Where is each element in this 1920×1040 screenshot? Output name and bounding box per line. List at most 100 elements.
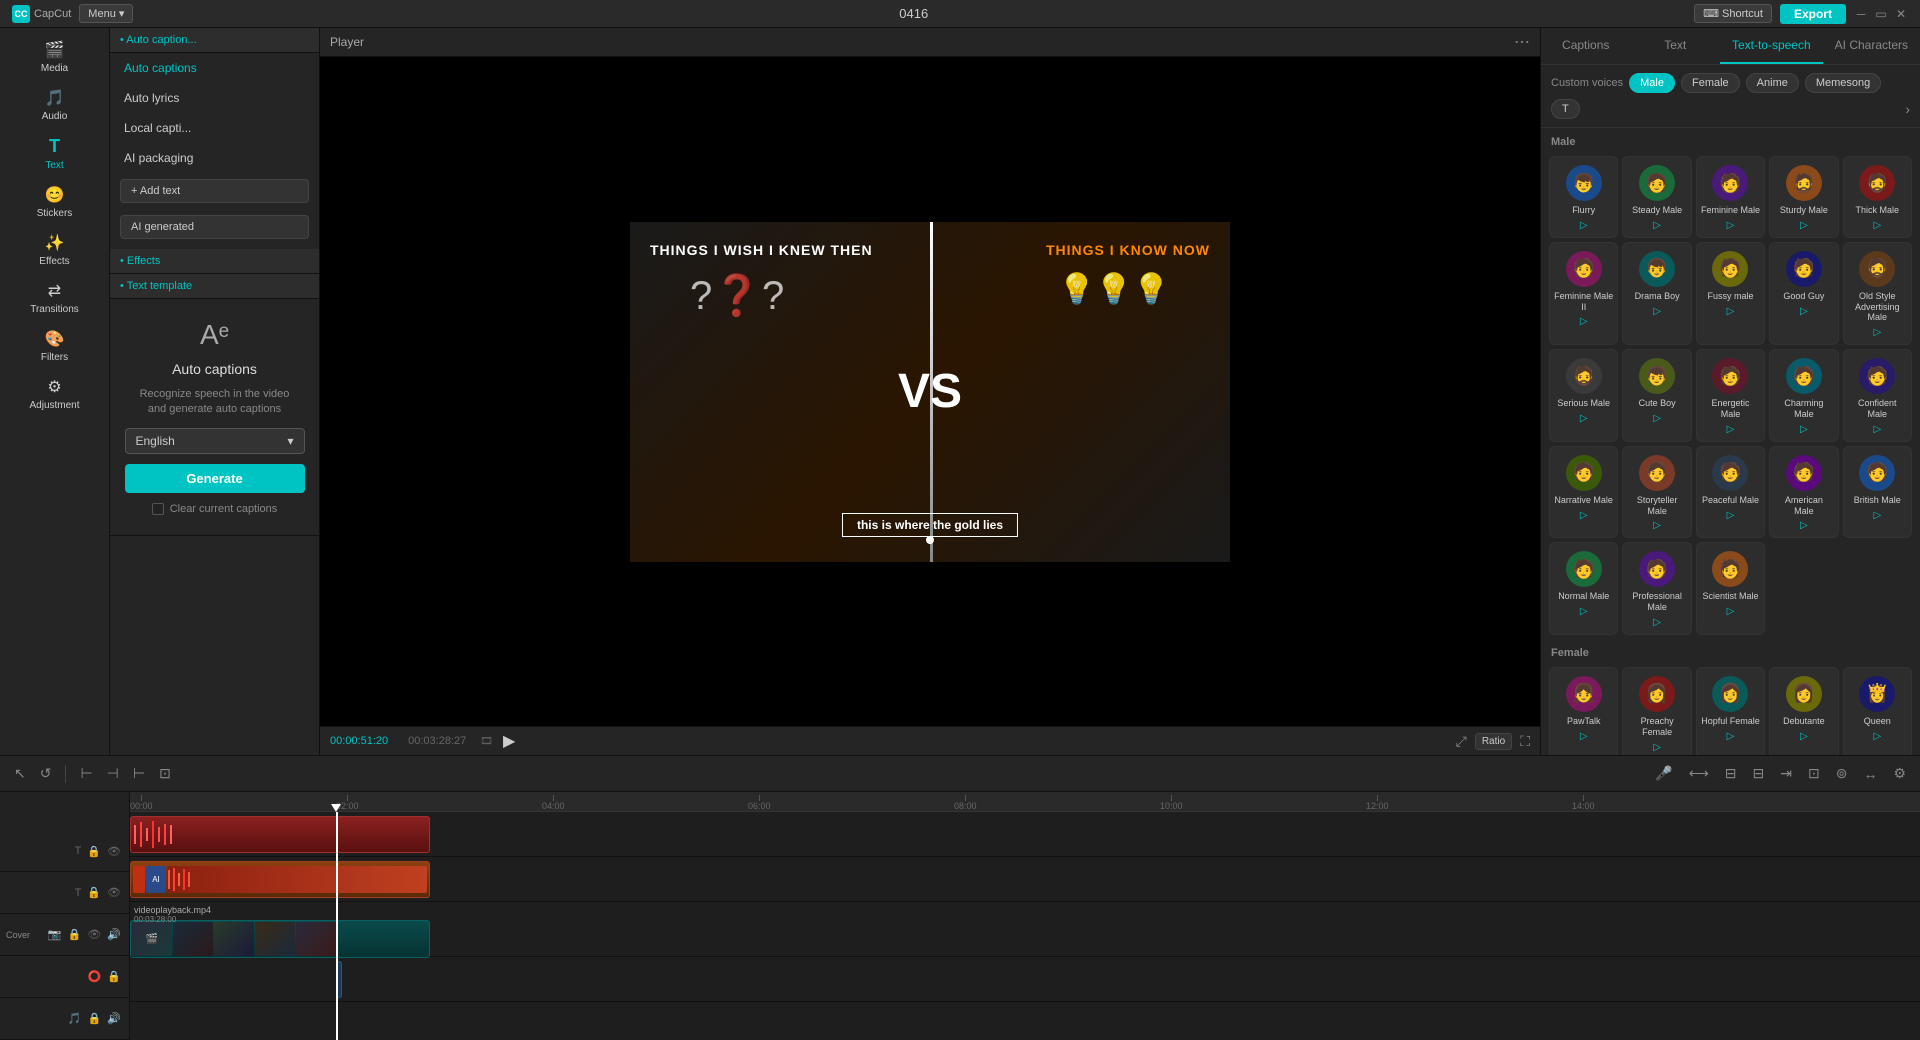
trim-right-button[interactable]: ⊢ <box>129 763 149 784</box>
tool-transitions[interactable]: ⇄ Transitions <box>10 275 100 321</box>
expand-button[interactable]: ⛶ <box>1520 733 1530 750</box>
voice-play-button[interactable]: ▷ <box>1653 520 1661 531</box>
voice-play-button[interactable]: ▷ <box>1653 413 1661 424</box>
voice-card-male-15[interactable]: 🧑 Narrative Male ▷ <box>1549 446 1618 539</box>
tool-text[interactable]: T Text <box>10 130 100 177</box>
tool-media[interactable]: 🎬 Media <box>10 34 100 80</box>
voice-card-male-3[interactable]: 🧔 Sturdy Male ▷ <box>1769 156 1838 238</box>
clear-captions-checkbox[interactable] <box>152 503 164 515</box>
voice-card-female-3[interactable]: 👩 Debutante ▷ <box>1769 667 1838 755</box>
caption-header[interactable]: • Auto caption... <box>110 28 319 53</box>
lock-icon-5[interactable]: 🔒 <box>88 1012 102 1025</box>
tab-text[interactable]: Text <box>1630 28 1719 64</box>
tl-settings-button[interactable]: ⚙ <box>1889 763 1910 784</box>
export-button[interactable]: Export <box>1780 4 1846 24</box>
tl-ctrl7[interactable]: ↔ <box>1859 764 1881 784</box>
menu-button[interactable]: Menu ▾ <box>79 4 133 23</box>
voice-play-button[interactable]: ▷ <box>1727 424 1735 435</box>
caption-item-autolyrics[interactable]: Auto lyrics <box>110 83 319 113</box>
voice-play-button[interactable]: ▷ <box>1727 306 1735 317</box>
effects-header[interactable]: • Effects <box>110 249 319 274</box>
voice-play-button[interactable]: ▷ <box>1800 424 1808 435</box>
voice-card-male-5[interactable]: 🧑 Feminine Male II ▷ <box>1549 242 1618 345</box>
voice-card-female-2[interactable]: 👩 Hopful Female ▷ <box>1696 667 1765 755</box>
add-text-button[interactable]: + Add text <box>120 179 309 203</box>
voice-play-button[interactable]: ▷ <box>1580 731 1588 742</box>
voice-card-male-20[interactable]: 🧑 Normal Male ▷ <box>1549 542 1618 635</box>
clip-video[interactable]: 🎬 <box>130 920 430 958</box>
voice-card-male-17[interactable]: 🧑 Peaceful Male ▷ <box>1696 446 1765 539</box>
audio-volume-icon[interactable]: 🔊 <box>107 1012 121 1025</box>
text-template-header[interactable]: • Text template <box>110 274 319 299</box>
delete-button[interactable]: ⊡ <box>155 763 175 784</box>
voice-play-button[interactable]: ▷ <box>1653 617 1661 628</box>
tool-effects[interactable]: ✨ Effects <box>10 227 100 273</box>
shortcut-button[interactable]: ⌨ Shortcut <box>1694 4 1772 23</box>
tool-audio[interactable]: 🎵 Audio <box>10 82 100 128</box>
voice-card-male-2[interactable]: 🧑 Feminine Male ▷ <box>1696 156 1765 238</box>
maximize-button[interactable]: ▭ <box>1874 7 1888 21</box>
ai-generated-button[interactable]: AI generated <box>120 215 309 239</box>
minimize-button[interactable]: ─ <box>1854 7 1868 21</box>
lock-icon-1[interactable]: 🔒 <box>87 845 101 858</box>
trim-left-button[interactable]: ⊣ <box>103 763 123 784</box>
voice-card-male-18[interactable]: 🧑 American Male ▷ <box>1769 446 1838 539</box>
tool-stickers[interactable]: 😊 Stickers <box>10 179 100 225</box>
filter-t-button[interactable]: T <box>1551 99 1580 119</box>
voice-card-male-10[interactable]: 🧔 Serious Male ▷ <box>1549 349 1618 442</box>
voice-card-male-8[interactable]: 🧑 Good Guy ▷ <box>1769 242 1838 345</box>
player-menu-button[interactable]: ⋯ <box>1514 32 1530 52</box>
caption-item-localcapti[interactable]: Local capti... <box>110 113 319 143</box>
voice-card-male-7[interactable]: 🧑 Fussy male ▷ <box>1696 242 1765 345</box>
voice-card-male-11[interactable]: 👦 Cute Boy ▷ <box>1622 349 1691 442</box>
ratio-button[interactable]: Ratio <box>1475 733 1512 750</box>
voice-play-button[interactable]: ▷ <box>1800 520 1808 531</box>
voice-card-male-21[interactable]: 🧑 Professional Male ▷ <box>1622 542 1691 635</box>
fullscreen-icon[interactable]: ⤢ <box>1456 733 1467 750</box>
voice-play-button[interactable]: ▷ <box>1727 606 1735 617</box>
eye-icon-3[interactable]: 👁 <box>87 928 101 941</box>
filter-male-button[interactable]: Male <box>1629 73 1675 93</box>
voice-play-button[interactable]: ▷ <box>1580 510 1588 521</box>
tool-adjustment[interactable]: ⚙ Adjustment <box>10 371 100 417</box>
tl-ctrl6[interactable]: ⊚ <box>1832 763 1852 784</box>
voice-card-male-19[interactable]: 🧑 British Male ▷ <box>1843 446 1912 539</box>
voice-play-button[interactable]: ▷ <box>1580 606 1588 617</box>
voice-play-button[interactable]: ▷ <box>1800 731 1808 742</box>
voice-card-male-22[interactable]: 🧑 Scientist Male ▷ <box>1696 542 1765 635</box>
voice-card-male-6[interactable]: 👦 Drama Boy ▷ <box>1622 242 1691 345</box>
play-button[interactable]: ▶ <box>503 731 515 751</box>
voice-card-male-1[interactable]: 🧑 Steady Male ▷ <box>1622 156 1691 238</box>
voice-play-button[interactable]: ▷ <box>1653 306 1661 317</box>
voice-play-button[interactable]: ▷ <box>1580 413 1588 424</box>
voice-card-male-14[interactable]: 🧑 Confident Male ▷ <box>1843 349 1912 442</box>
voice-card-male-13[interactable]: 🧑 Charming Male ▷ <box>1769 349 1838 442</box>
lock-icon-4[interactable]: 🔒 <box>107 970 121 983</box>
filter-memesong-button[interactable]: Memesong <box>1805 73 1881 93</box>
voice-play-button[interactable]: ▷ <box>1653 742 1661 753</box>
voice-play-button[interactable]: ▷ <box>1873 731 1881 742</box>
tool-filters[interactable]: 🎨 Filters <box>10 323 100 369</box>
mic-button[interactable]: 🎤 <box>1651 763 1676 784</box>
split-button[interactable]: ⊢ <box>76 763 96 784</box>
filter-female-button[interactable]: Female <box>1681 73 1740 93</box>
tl-ctrl1[interactable]: ⟷ <box>1685 763 1713 784</box>
voice-card-male-4[interactable]: 🧔 Thick Male ▷ <box>1843 156 1912 238</box>
voice-play-button[interactable]: ▷ <box>1873 510 1881 521</box>
tl-ctrl3[interactable]: ⊟ <box>1749 763 1769 784</box>
voice-card-female-4[interactable]: 👸 Queen ▷ <box>1843 667 1912 755</box>
voice-play-button[interactable]: ▷ <box>1580 316 1588 327</box>
undo-button[interactable]: ↺ <box>36 763 56 784</box>
cursor-tool-button[interactable]: ↖ <box>10 763 30 784</box>
caption-item-autocaptions[interactable]: Auto captions <box>110 53 319 83</box>
playhead[interactable] <box>336 812 338 1040</box>
clip-caption-1[interactable] <box>130 816 430 853</box>
eye-icon-1[interactable]: 👁 <box>107 845 121 858</box>
language-select[interactable]: English ▾ <box>125 428 305 454</box>
tab-text-to-speech[interactable]: Text-to-speech <box>1720 28 1823 64</box>
tab-ai-characters[interactable]: AI Characters <box>1823 28 1920 64</box>
close-button[interactable]: ✕ <box>1894 7 1908 21</box>
tl-ctrl4[interactable]: ⇥ <box>1776 763 1796 784</box>
voice-card-male-16[interactable]: 🧑 Storyteller Male ▷ <box>1622 446 1691 539</box>
voice-play-button[interactable]: ▷ <box>1800 220 1808 231</box>
